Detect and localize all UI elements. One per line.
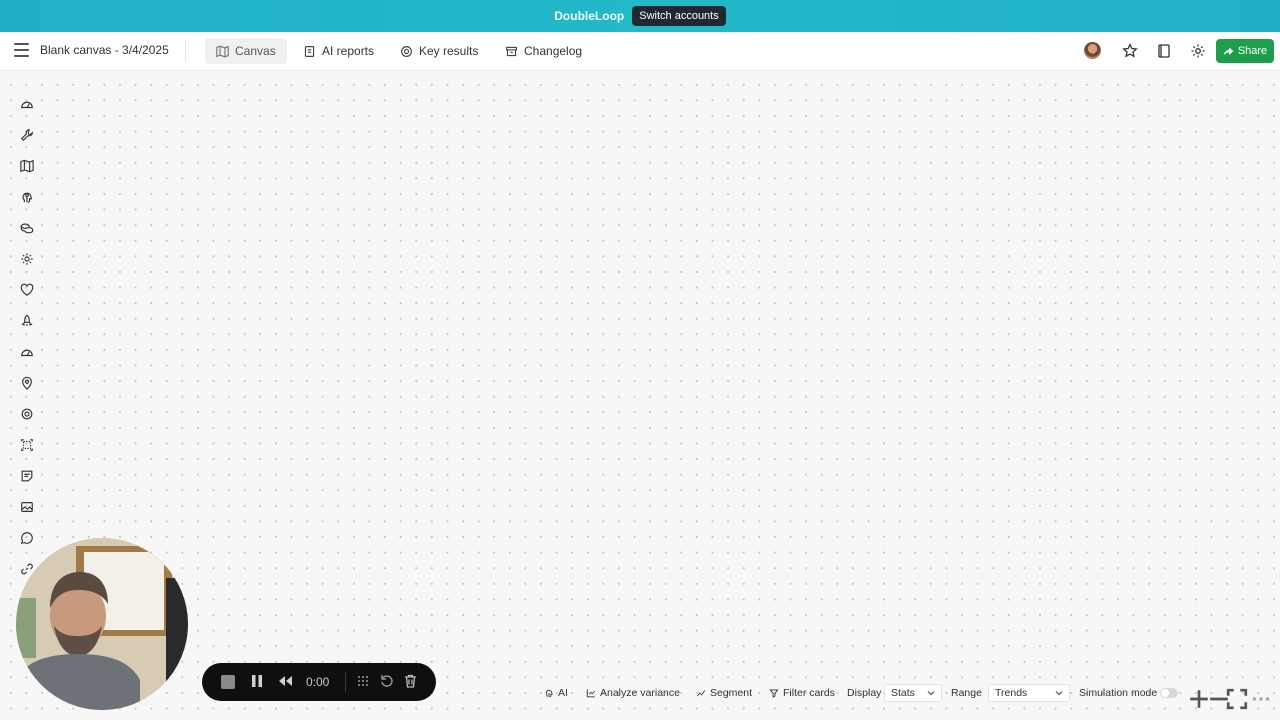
tab-label: Changelog — [524, 44, 583, 58]
grid-dots-icon[interactable] — [356, 674, 370, 688]
ai-label: AI — [558, 687, 568, 699]
canvas[interactable] — [0, 71, 1280, 720]
pause-icon[interactable] — [251, 674, 263, 688]
filter-label: Filter cards — [783, 687, 835, 699]
tab-changelog[interactable]: Changelog — [494, 38, 593, 64]
trash-icon[interactable] — [404, 674, 417, 688]
selection-frame-icon[interactable] — [14, 435, 40, 455]
chevron-down-icon — [927, 691, 935, 696]
segment-button[interactable]: Segment — [696, 682, 752, 704]
tab-label: Key results — [419, 44, 479, 58]
rewind-icon[interactable] — [278, 674, 293, 688]
target-icon[interactable] — [14, 404, 40, 424]
header: Blank canvas - 3/4/2025 Canvas AI report… — [0, 32, 1280, 71]
webcam-overlay[interactable] — [16, 538, 188, 710]
recording-time: 0:00 — [306, 675, 330, 689]
book-icon[interactable] — [1156, 43, 1172, 59]
brain-icon[interactable] — [14, 187, 40, 207]
map-icon — [216, 45, 229, 57]
avatar[interactable] — [1084, 42, 1101, 59]
target-icon — [401, 45, 412, 57]
share-button[interactable]: Share — [1216, 39, 1274, 63]
bottom-toolbar: AI Analyze variance Segment Filter cards… — [538, 682, 1274, 710]
share-arrow-icon — [1223, 46, 1234, 56]
divider — [185, 40, 186, 62]
switch-accounts-button[interactable]: Switch accounts — [632, 6, 726, 26]
chart-icon — [586, 689, 596, 698]
gear-icon[interactable] — [14, 249, 40, 269]
ai-button[interactable]: AI — [544, 682, 568, 704]
archive-icon — [506, 46, 517, 56]
brain-icon — [545, 689, 553, 698]
location-pin-icon[interactable] — [14, 373, 40, 393]
tab-canvas[interactable]: Canvas — [205, 38, 287, 64]
tab-label: AI reports — [322, 44, 375, 58]
page-title[interactable]: Blank canvas - 3/4/2025 — [40, 43, 169, 57]
gauge-icon[interactable] — [14, 342, 40, 362]
coins-icon[interactable] — [14, 218, 40, 238]
top-banner: DoubleLoop Switch accounts — [0, 0, 1280, 32]
menu-icon[interactable] — [14, 43, 29, 57]
zoom-in-icon[interactable] — [1188, 688, 1210, 710]
display-label: Display — [847, 687, 882, 699]
presenter-video — [16, 538, 188, 710]
chevron-down-icon — [1055, 691, 1063, 696]
analyze-label: Analyze variance — [600, 687, 680, 699]
wrench-icon[interactable] — [14, 125, 40, 145]
range-label: Range — [951, 687, 982, 699]
share-label: Share — [1237, 45, 1268, 57]
simulation-mode-toggle[interactable] — [1160, 682, 1178, 704]
star-icon[interactable] — [1122, 43, 1138, 59]
tab-ai-reports[interactable]: AI reports — [292, 38, 385, 64]
image-icon[interactable] — [14, 497, 40, 517]
fullscreen-icon[interactable] — [1226, 688, 1248, 710]
analyze-variance-button[interactable]: Analyze variance — [586, 682, 680, 704]
display-select[interactable]: Stats — [884, 684, 942, 702]
report-icon — [304, 45, 315, 57]
toggle-switch — [1160, 688, 1178, 698]
divider — [345, 672, 346, 692]
filter-cards-button[interactable]: Filter cards — [769, 682, 835, 704]
stop-icon[interactable] — [221, 675, 235, 689]
range-value: Trends — [995, 687, 1028, 699]
filter-icon — [769, 689, 779, 698]
comment-icon[interactable] — [14, 528, 40, 548]
restart-icon[interactable] — [380, 674, 394, 688]
recording-controls: 0:00 — [202, 663, 436, 701]
brand-name: DoubleLoop — [554, 9, 625, 23]
tab-label: Canvas — [235, 44, 276, 58]
segment-icon — [696, 690, 706, 697]
simulation-mode-label: Simulation mode — [1079, 687, 1158, 699]
sticky-note-icon[interactable] — [14, 466, 40, 486]
gear-icon[interactable] — [1190, 43, 1206, 59]
range-select[interactable]: Trends — [988, 684, 1070, 702]
segment-label: Segment — [710, 687, 753, 699]
tab-key-results[interactable]: Key results — [389, 38, 489, 64]
more-icon[interactable] — [1250, 688, 1272, 710]
map-icon[interactable] — [14, 156, 40, 176]
display-value: Stats — [891, 687, 915, 699]
heart-icon[interactable] — [14, 280, 40, 300]
gauge-icon[interactable] — [14, 94, 40, 114]
rocket-icon[interactable] — [14, 311, 40, 331]
